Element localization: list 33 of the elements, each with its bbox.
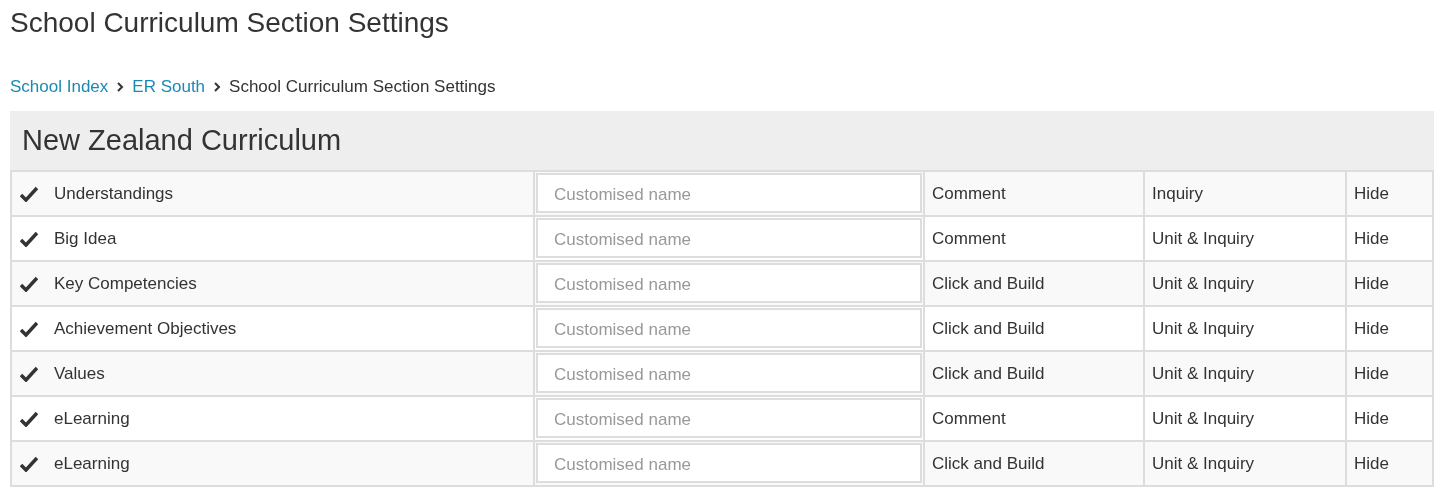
checkmark-icon[interactable] (20, 185, 38, 202)
scope-cell: Inquiry (1144, 171, 1346, 216)
section-name: Understandings (54, 183, 174, 205)
checkmark-icon[interactable] (20, 410, 38, 427)
checkmark-icon[interactable] (20, 320, 38, 337)
customised-name-field[interactable]: Customised name (536, 218, 922, 258)
breadcrumb-current: School Curriculum Section Settings (229, 76, 496, 98)
chevron-right-icon (116, 82, 125, 92)
type-cell: Comment (924, 171, 1144, 216)
customised-name-field[interactable]: Customised name (536, 443, 922, 483)
chevron-right-icon (213, 82, 222, 92)
customised-name-field[interactable]: Customised name (536, 353, 922, 393)
checkmark-icon[interactable] (20, 275, 38, 292)
section-name: eLearning (54, 408, 130, 430)
type-cell: Click and Build (924, 441, 1144, 486)
customised-name-field[interactable]: Customised name (536, 308, 922, 348)
section-name: Big Idea (54, 228, 117, 250)
customised-name-field[interactable]: Customised name (536, 263, 922, 303)
scope-cell: Unit & Inquiry (1144, 441, 1346, 486)
customised-name-field[interactable]: Customised name (536, 173, 922, 213)
checkmark-icon[interactable] (20, 455, 38, 472)
customised-name-field[interactable]: Customised name (536, 398, 922, 438)
section-title: New Zealand Curriculum (22, 122, 342, 158)
page-title: School Curriculum Section Settings (10, 6, 449, 39)
breadcrumb-link[interactable]: ER South (132, 76, 206, 98)
section-name: Achievement Objectives (54, 318, 237, 340)
breadcrumb-link[interactable]: School Index (10, 76, 109, 98)
visibility-cell: Hide (1346, 441, 1433, 486)
checkmark-icon[interactable] (20, 365, 38, 382)
section-name: eLearning (54, 453, 130, 475)
section-name: Values (54, 363, 105, 385)
checkmark-icon[interactable] (20, 230, 38, 247)
section-name: Key Competencies (54, 273, 197, 295)
